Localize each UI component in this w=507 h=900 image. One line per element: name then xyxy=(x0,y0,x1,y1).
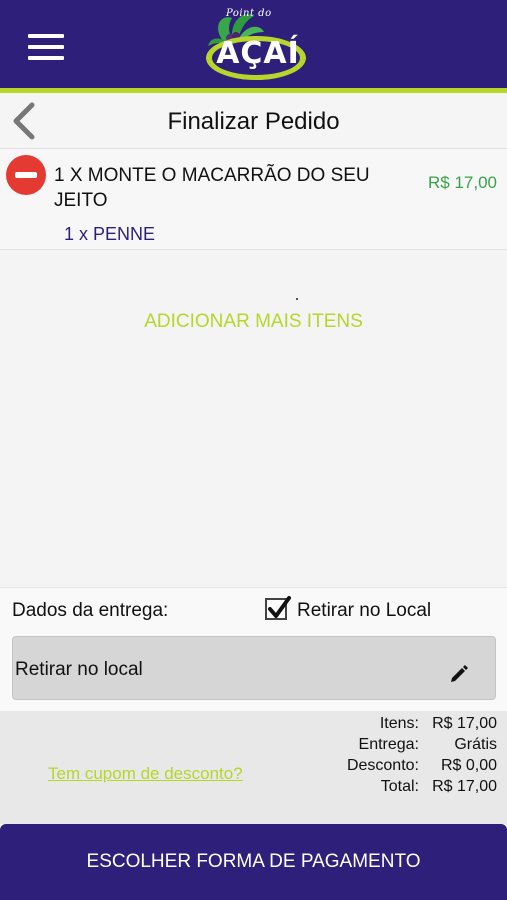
remove-item-icon[interactable] xyxy=(6,155,46,195)
totals-label: Itens: xyxy=(379,715,419,732)
item-name: 1 X MONTE O MACARRÃO DO SEU JEITO xyxy=(54,165,370,211)
totals-value: R$ 17,00 xyxy=(432,715,497,732)
delivery-label: Dados da entrega: xyxy=(12,600,169,621)
pickup-checkbox[interactable] xyxy=(265,596,291,620)
delivery-address-value: Retirar no local xyxy=(15,659,143,680)
totals-value: Grátis xyxy=(454,736,497,753)
totals-line-discount: Desconto: R$ 0,00 xyxy=(347,757,497,775)
totals-label: Desconto: xyxy=(346,757,419,774)
choose-payment-button[interactable]: ESCOLHER FORMA DE PAGAMENTO xyxy=(0,824,507,900)
totals-line-total: Total: R$ 17,00 xyxy=(381,778,497,796)
title-bar: Finalizar Pedido xyxy=(0,93,507,149)
coupon-link[interactable]: Tem cupom de desconto? xyxy=(48,764,243,784)
delivery-section: Dados da entrega: Retirar no Local Retir… xyxy=(0,587,507,711)
logo-wordmark: AÇAÍ xyxy=(216,36,300,71)
logo-tagline: Point do xyxy=(226,8,272,19)
pencil-icon[interactable] xyxy=(449,663,469,683)
totals-label: Entrega: xyxy=(358,736,419,753)
cart-item: 1 X MONTE O MACARRÃO DO SEU JEITO R$ 17,… xyxy=(0,149,507,250)
totals-value: R$ 17,00 xyxy=(432,778,497,795)
totals-line-delivery: Entrega: Grátis xyxy=(359,736,497,754)
page-title: Finalizar Pedido xyxy=(167,108,340,135)
app-header: Point do AÇAÍ xyxy=(0,0,507,88)
totals-line-items: Itens: R$ 17,00 xyxy=(380,715,497,733)
add-more-items-link[interactable]: ADICIONAR MAIS ITENS xyxy=(0,311,507,333)
totals-label: Total: xyxy=(380,778,419,795)
totals-section: Tem cupom de desconto? Itens: R$ 17,00 En… xyxy=(0,711,507,824)
item-option: 1 x PENNE xyxy=(64,224,156,244)
hamburger-menu-icon[interactable] xyxy=(28,34,64,60)
delivery-address-field[interactable]: Retirar no local xyxy=(12,636,496,700)
totals-value: R$ 0,00 xyxy=(440,757,497,774)
item-price: R$ 17,00 xyxy=(428,173,497,192)
pickup-checkbox-label[interactable]: Retirar no Local xyxy=(297,600,431,622)
decorative-dot xyxy=(296,298,298,300)
checkmark-icon xyxy=(268,596,291,618)
